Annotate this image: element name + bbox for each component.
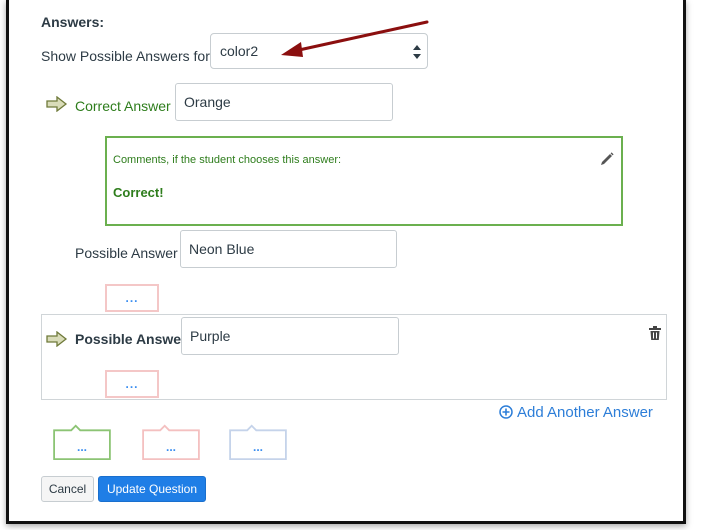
cancel-button[interactable]: Cancel: [41, 476, 94, 502]
possible-answer-label: Possible Answer: [75, 245, 178, 261]
correct-answer-label: Correct Answer: [75, 98, 171, 114]
possible-answer-input[interactable]: Purple: [181, 317, 399, 355]
quiz-question-editor: Answers: Show Possible Answers for color…: [6, 0, 686, 524]
general-comment-correct[interactable]: ...: [50, 424, 114, 465]
possible-answer-label: Possible Answer: [75, 331, 187, 347]
correct-answer-comment-box[interactable]: Comments, if the student chooses this an…: [105, 136, 623, 226]
pencil-icon[interactable]: [599, 151, 615, 167]
comment-text: Correct!: [113, 185, 164, 200]
plus-circle-icon: [499, 405, 513, 419]
general-comment-placeholder: ...: [165, 440, 176, 454]
general-comment-placeholder: ...: [76, 440, 87, 454]
show-answers-label: Show Possible Answers for: [41, 48, 210, 64]
possible-answer-input[interactable]: Neon Blue: [180, 230, 397, 268]
general-comment-neutral[interactable]: ...: [226, 424, 290, 465]
answers-heading: Answers:: [41, 14, 105, 30]
answer-comment-button[interactable]: ...: [105, 370, 159, 398]
answer-comment-button[interactable]: ...: [105, 284, 159, 312]
general-comment-placeholder: ...: [252, 440, 263, 454]
comment-hint: Comments, if the student chooses this an…: [113, 154, 342, 166]
update-question-button[interactable]: Update Question: [98, 476, 206, 502]
add-another-answer-link[interactable]: Add Another Answer: [499, 404, 653, 421]
general-comment-incorrect[interactable]: ...: [139, 424, 203, 465]
add-another-answer-label: Add Another Answer: [517, 404, 653, 421]
correct-answer-input[interactable]: Orange: [175, 83, 393, 121]
arrow-right-icon: [46, 96, 68, 112]
annotation-arrow: [281, 20, 429, 57]
variable-select-value: color2: [220, 43, 259, 59]
arrow-right-icon: [46, 331, 68, 347]
answer-panel: Possible Answer Purple ...: [41, 314, 667, 400]
trash-icon[interactable]: [649, 326, 661, 340]
